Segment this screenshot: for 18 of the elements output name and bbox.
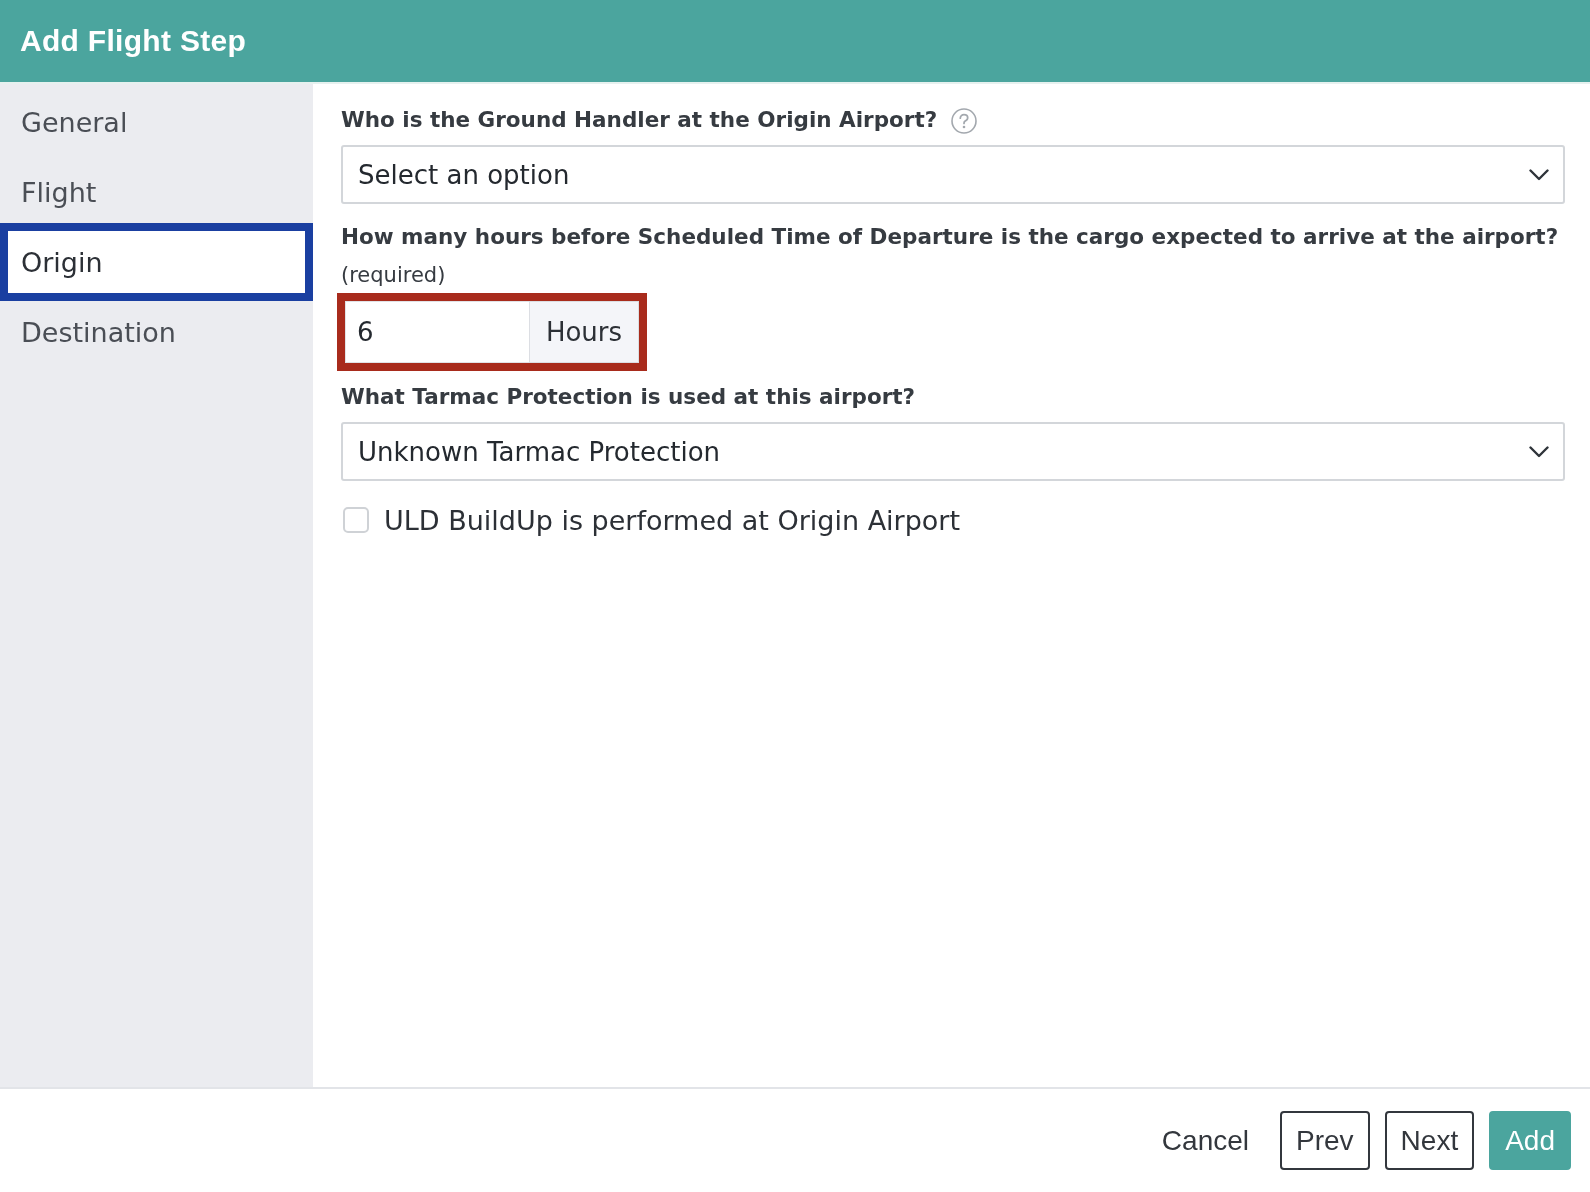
field-label: How many hours before Scheduled Time of Departure is the cargo expected to arrive at the airport? [341,224,1559,249]
checkbox-label: ULD BuildUp is performed at Origin Airport [384,504,961,536]
chevron-down-icon [1529,445,1549,458]
field-label: What Tarmac Protection is used at this airport? [341,383,916,409]
field-label: Who is the Ground Handler at the Origin Airport? [341,106,938,132]
chevron-down-icon [1529,168,1549,181]
select-field[interactable]: Select an option [341,145,1565,204]
sidebar-item[interactable]: Origin [0,223,313,301]
footer-button[interactable]: Next [1384,1111,1475,1170]
unit-label: Hours [529,301,639,363]
checkbox[interactable] [343,507,369,533]
select-field[interactable]: Unknown Tarmac Protection [341,422,1565,481]
footer-button[interactable]: Prev [1280,1111,1370,1170]
help-icon[interactable] [951,108,978,134]
required-note: (required) [341,263,446,287]
sidebar-item[interactable]: General [0,87,313,157]
dialog-title: Add Flight Step [20,24,247,58]
hours-input[interactable]: 6 [345,301,529,363]
